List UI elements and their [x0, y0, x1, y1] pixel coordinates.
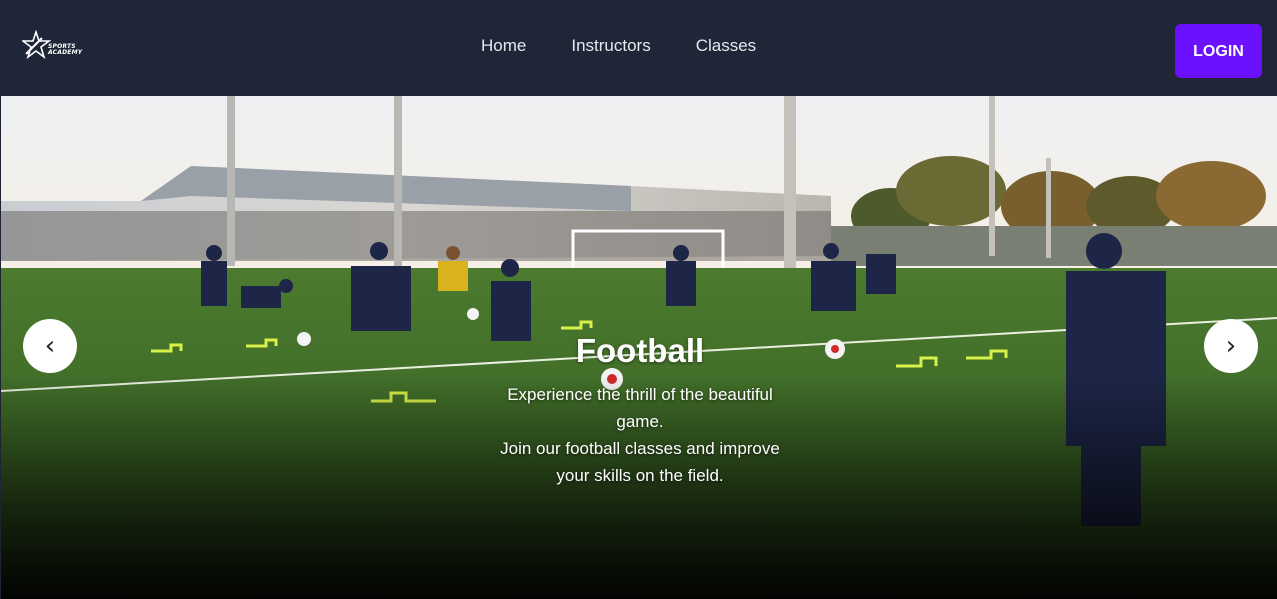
main-nav: Home Instructors Classes: [481, 36, 756, 56]
nav-classes[interactable]: Classes: [696, 36, 756, 56]
login-button[interactable]: LOGIN: [1175, 24, 1262, 78]
chevron-right-icon: ›: [1225, 331, 1237, 361]
hero-slider: Football Experience the thrill of the be…: [1, 96, 1277, 599]
nav-instructors[interactable]: Instructors: [571, 36, 650, 56]
brand-logo[interactable]: SPORTS ACADEMY: [20, 29, 92, 60]
slider-next-button[interactable]: ›: [1204, 319, 1258, 373]
chevron-left-icon: ‹: [44, 331, 56, 361]
navbar: SPORTS ACADEMY Home Instructors Classes …: [0, 0, 1277, 96]
slide-description-line1: Experience the thrill of the beautiful g…: [507, 385, 773, 431]
nav-home[interactable]: Home: [481, 36, 526, 56]
slide-title: Football: [575, 332, 705, 369]
slider-prev-button[interactable]: ‹: [23, 319, 77, 373]
slide-description: Experience the thrill of the beautiful g…: [490, 381, 790, 489]
slide-description-line2: Join our football classes and improve yo…: [500, 439, 780, 485]
brand-line2: ACADEMY: [48, 49, 83, 56]
brand-name: SPORTS ACADEMY: [48, 44, 82, 56]
